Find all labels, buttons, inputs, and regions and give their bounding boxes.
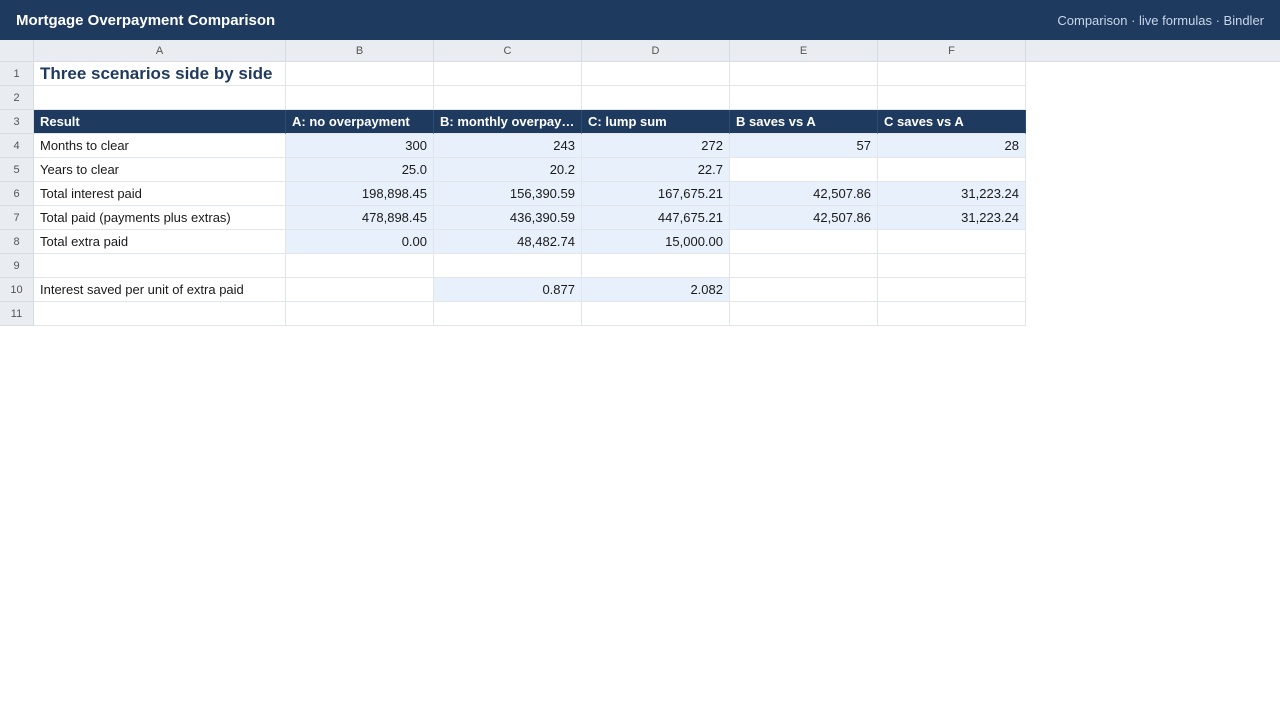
cell-f2[interactable] [878, 86, 1026, 110]
column-header-b[interactable]: B [286, 40, 434, 62]
cell-a4[interactable]: Months to clear [34, 134, 286, 158]
cell-e8[interactable] [730, 230, 878, 254]
cell-b7[interactable]: 478,898.45 [286, 206, 434, 230]
cell-d10[interactable]: 2.082 [582, 278, 730, 302]
app-title: Mortgage Overpayment Comparison [16, 11, 276, 29]
cell-a8[interactable]: Total extra paid [34, 230, 286, 254]
cell-b3[interactable]: A: no overpayment [286, 110, 434, 134]
cell-b4[interactable]: 300 [286, 134, 434, 158]
cell-f9[interactable] [878, 254, 1026, 278]
cell-e10[interactable] [730, 278, 878, 302]
cell-f4[interactable]: 28 [878, 134, 1026, 158]
cell-f7[interactable]: 31,223.24 [878, 206, 1026, 230]
row-header-7[interactable]: 7 [0, 206, 34, 230]
cell-a3[interactable]: Result [34, 110, 286, 134]
cell-f11[interactable] [878, 302, 1026, 326]
cell-e1[interactable] [730, 62, 878, 86]
cell-d4[interactable]: 272 [582, 134, 730, 158]
row-header-2[interactable]: 2 [0, 86, 34, 110]
cell-e6[interactable]: 42,507.86 [730, 182, 878, 206]
column-header-e[interactable]: E [730, 40, 878, 62]
cell-b11[interactable] [286, 302, 434, 326]
cell-e11[interactable] [730, 302, 878, 326]
cell-c11[interactable] [434, 302, 582, 326]
row-header-4[interactable]: 4 [0, 134, 34, 158]
row-header-5[interactable]: 5 [0, 158, 34, 182]
cell-d9[interactable] [582, 254, 730, 278]
cell-e7[interactable]: 42,507.86 [730, 206, 878, 230]
cell-b9[interactable] [286, 254, 434, 278]
cell-a7[interactable]: Total paid (payments plus extras) [34, 206, 286, 230]
cell-d6[interactable]: 167,675.21 [582, 182, 730, 206]
cell-f6[interactable]: 31,223.24 [878, 182, 1026, 206]
cell-e9[interactable] [730, 254, 878, 278]
cell-a10[interactable]: Interest saved per unit of extra paid [34, 278, 286, 302]
cell-f8[interactable] [878, 230, 1026, 254]
cell-b6[interactable]: 198,898.45 [286, 182, 434, 206]
cell-b8[interactable]: 0.00 [286, 230, 434, 254]
cell-c5[interactable]: 20.2 [434, 158, 582, 182]
column-header-row: A B C D E F [0, 40, 1280, 62]
row-header-11[interactable]: 11 [0, 302, 34, 326]
cell-f3[interactable]: C saves vs A [878, 110, 1026, 134]
cell-d3[interactable]: C: lump sum [582, 110, 730, 134]
column-header-a[interactable]: A [34, 40, 286, 62]
cell-b1[interactable] [286, 62, 434, 86]
cell-b2[interactable] [286, 86, 434, 110]
cell-d8[interactable]: 15,000.00 [582, 230, 730, 254]
cell-c7[interactable]: 436,390.59 [434, 206, 582, 230]
cell-d5[interactable]: 22.7 [582, 158, 730, 182]
cell-e2[interactable] [730, 86, 878, 110]
row-header-8[interactable]: 8 [0, 230, 34, 254]
cell-d1[interactable] [582, 62, 730, 86]
cell-c4[interactable]: 243 [434, 134, 582, 158]
cell-f5[interactable] [878, 158, 1026, 182]
cell-d7[interactable]: 447,675.21 [582, 206, 730, 230]
row-header-3[interactable]: 3 [0, 110, 34, 134]
column-header-c[interactable]: C [434, 40, 582, 62]
cell-c8[interactable]: 48,482.74 [434, 230, 582, 254]
title-bar: Mortgage Overpayment Comparison Comparis… [0, 0, 1280, 40]
cell-e5[interactable] [730, 158, 878, 182]
cell-e4[interactable]: 57 [730, 134, 878, 158]
cell-a6[interactable]: Total interest paid [34, 182, 286, 206]
cell-a11[interactable] [34, 302, 286, 326]
status-text: Comparison · live formulas · Bindler [1057, 12, 1264, 28]
cell-a5[interactable]: Years to clear [34, 158, 286, 182]
cell-c6[interactable]: 156,390.59 [434, 182, 582, 206]
row-header-10[interactable]: 10 [0, 278, 34, 302]
select-all-corner[interactable] [0, 40, 34, 62]
cell-a9[interactable] [34, 254, 286, 278]
column-header-f[interactable]: F [878, 40, 1026, 62]
row-header-9[interactable]: 9 [0, 254, 34, 278]
row-header-6[interactable]: 6 [0, 182, 34, 206]
cell-e3[interactable]: B saves vs A [730, 110, 878, 134]
cell-f10[interactable] [878, 278, 1026, 302]
cell-d2[interactable] [582, 86, 730, 110]
cell-d11[interactable] [582, 302, 730, 326]
cell-f1[interactable] [878, 62, 1026, 86]
cell-a1[interactable]: Three scenarios side by side [34, 62, 286, 86]
cell-b5[interactable]: 25.0 [286, 158, 434, 182]
cell-c2[interactable] [434, 86, 582, 110]
cell-c10[interactable]: 0.877 [434, 278, 582, 302]
sheet-title: Three scenarios side by side [40, 63, 273, 83]
column-header-d[interactable]: D [582, 40, 730, 62]
cell-c3[interactable]: B: monthly overpay… [434, 110, 582, 134]
cell-b10[interactable] [286, 278, 434, 302]
cell-c9[interactable] [434, 254, 582, 278]
row-header-1[interactable]: 1 [0, 62, 34, 86]
cell-a2[interactable] [34, 86, 286, 110]
cell-c1[interactable] [434, 62, 582, 86]
